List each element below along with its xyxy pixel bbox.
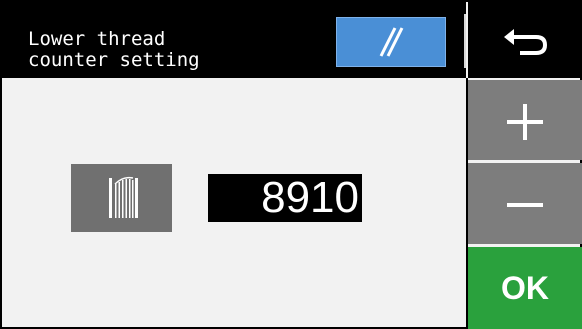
diagonal-slash-icon bbox=[379, 27, 404, 57]
minus-icon bbox=[507, 203, 543, 207]
header-bar: Lower thread counter setting bbox=[2, 2, 466, 78]
plus-icon bbox=[507, 104, 543, 140]
ok-button[interactable]: OK bbox=[468, 247, 582, 329]
header-divider bbox=[464, 14, 466, 68]
page-title: Lower thread counter setting bbox=[28, 28, 200, 71]
minus-button[interactable] bbox=[468, 163, 582, 244]
reset-button[interactable] bbox=[336, 17, 446, 67]
thread-counter-value: 8910 bbox=[208, 174, 362, 222]
plus-button[interactable] bbox=[468, 80, 582, 160]
bobbin-spool-icon bbox=[71, 164, 172, 232]
back-button[interactable] bbox=[468, 2, 582, 78]
screen-frame: Lower thread counter setting OK 8910 bbox=[0, 0, 582, 329]
return-arrow-icon bbox=[504, 29, 548, 55]
